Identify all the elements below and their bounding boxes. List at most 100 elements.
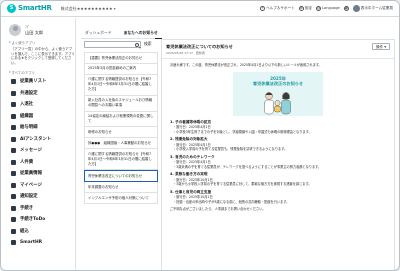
top-header: S SmartHR 株式会社★★★★★★★★★★ ▾ ? ヘルプ＆サポート ⚙ … [1, 1, 399, 17]
header-actions: ? ヘルプ＆サポート ⚙ 設定 ◍ Language ▦ 表示中ホーム従業員 [260, 5, 393, 12]
list-item[interactable]: 研修のお知らせ [84, 127, 158, 139]
operations-button[interactable]: 操作 ▾ [371, 43, 390, 51]
settings-button[interactable]: ⚙ 設定 [298, 5, 312, 11]
triangle-down-icon: ▾ [9, 70, 11, 75]
avatar [9, 24, 21, 36]
family-illustration [264, 92, 291, 115]
app-icon [11, 90, 16, 96]
search-input[interactable] [84, 41, 141, 48]
apps-button[interactable]: ▦ [343, 5, 349, 11]
sidebar-item-label: 給与明細 [20, 125, 38, 131]
chevron-down-icon: ▾ [384, 44, 386, 49]
sidebar-item[interactable]: メッセージ [1, 145, 75, 157]
gear-icon: ⚙ [298, 5, 304, 11]
favorites-title-label: よく使うアプリ [11, 41, 36, 45]
list-item-selected[interactable]: 育児休業法改正についてのお知らせ [84, 170, 158, 183]
triangle-down-icon: ▾ [9, 40, 11, 45]
list-item[interactable]: 評●●● 組織図版・人事異動のお知らせ [84, 138, 158, 150]
app-icon [11, 125, 16, 131]
search-button[interactable]: 検索 [144, 41, 152, 47]
app-icon [11, 79, 16, 85]
sidebar-item-label: 人件費 [20, 159, 34, 165]
sidebar-item[interactable]: 組込 [1, 226, 75, 238]
app-icon [11, 148, 16, 154]
sidebar-item-label: 従業員情報 [20, 171, 42, 177]
favorites-section-title[interactable]: ▾ よく使うアプリ [1, 36, 75, 45]
list-item[interactable]: 年末調整のお知らせ [84, 182, 158, 193]
list-item[interactable]: 介護に関する情報提供のお知らせ【令和7年4月1日〜令和8年3月31日の間に結婚し… [84, 149, 158, 171]
notice-banner-image: 2025年 育児休業法改正のお知らせ [233, 71, 323, 116]
app-icon [11, 240, 16, 246]
sidebar-item[interactable]: 給与明細 [1, 122, 75, 134]
grid-icon: ▦ [343, 5, 349, 11]
sidebar-item-label: 組込 [20, 228, 29, 234]
notice-list: 【重要】育児休業法改正のお知らせ 2025年3月の勤怠締めのご案内 介護に関する… [84, 52, 158, 204]
help-label: ヘルプ＆サポート [266, 6, 295, 11]
sidebar-item[interactable]: AIアシスタント [1, 134, 75, 146]
chevron-down-icon[interactable]: ▾ [114, 6, 116, 11]
sidebar-item[interactable]: 共通設定 [1, 88, 75, 100]
app-window: S SmartHR 株式会社★★★★★★★★★★ ▾ ? ヘルプ＆サポート ⚙ … [0, 0, 400, 271]
all-apps-section-title[interactable]: ▾ すべてのアプリ [1, 66, 75, 75]
list-item[interactable]: インフルエンザ予防の個人対策について [84, 193, 158, 204]
avatar [352, 5, 360, 12]
app-icon [11, 182, 16, 188]
sidebar-item[interactable]: 従業員リスト [1, 76, 75, 88]
user-menu-button[interactable]: 表示中ホーム従業員 [352, 5, 393, 12]
sidebar-item-label: 入退社 [20, 102, 34, 108]
list-item[interactable]: 新入社員の入社後のスケジュールおび情報の閲覧へのお願い事項 [84, 95, 158, 112]
search-icon [134, 43, 139, 47]
sidebar-item[interactable]: 通知設定 [1, 191, 75, 203]
sidebar-item-label: 手続きToDo [20, 217, 46, 223]
language-label: Language [322, 6, 340, 11]
sidebar-item[interactable]: 手続きToDo [1, 214, 75, 226]
language-button[interactable]: ◍ Language [316, 6, 340, 11]
nav-list: 従業員リスト 共通設定 入退社 組織図 給与明細 AIアシスタント メッセージ … [1, 75, 75, 249]
detail-body: お疲れ様です。この度、育児休業法が改正され、2025年4月1日より以下の新しいル… [162, 59, 394, 212]
app-icon [11, 159, 16, 165]
list-item[interactable]: 【重要】育児休業法改正のお知らせ [84, 53, 158, 64]
logo-text: SmartHR [18, 4, 52, 13]
list-item[interactable]: 介護に関する情報提供のお知らせ【令和7年4月1日〜令和8年3月31日の間に結婚し… [84, 74, 158, 96]
smarthr-logo[interactable]: S SmartHR [7, 4, 52, 13]
help-button[interactable]: ? ヘルプ＆サポート [260, 6, 295, 11]
sidebar-item[interactable]: 組織図 [1, 111, 75, 123]
sidebar-item[interactable]: マイページ [1, 180, 75, 192]
help-icon: ? [260, 5, 266, 11]
detail-intro: お疲れ様です。この度、育児休業法が改正され、2025年4月1日より以下の新しいル… [170, 63, 322, 68]
operations-label: 操作 [375, 44, 384, 49]
section-4-item: ・3歳から小学校入学前の子を育てる従業員に対して、柔軟な働き方を実現する措置を講… [173, 182, 312, 187]
profile[interactable]: ﾏｷﾞ 山田 太郎 [1, 18, 75, 36]
profile-company: ﾏｷﾞ [25, 24, 30, 29]
sidebar-item[interactable]: 従業員情報 [1, 168, 75, 180]
sidebar-item-label: SmartHR [20, 240, 43, 246]
section-5-item: ・妊娠・出産の申出時や子が3歳になる前に、個別の意向聴取・配慮を行います。 [173, 199, 290, 204]
sidebar: ﾏｷﾞ 山田 太郎 ▾ よく使うアプリ ［アプリ一覧］の中から、よく使うアプリを… [1, 18, 76, 270]
sidebar-item[interactable]: 手続き [1, 203, 75, 215]
sidebar-item-label: メッセージ [20, 148, 42, 154]
profile-text: ﾏｷﾞ 山田 太郎 [25, 25, 43, 35]
notice-detail: 育児休業法改正についてのお知らせ 操作 ▾ 2025/03/26 17:17 更… [161, 39, 395, 270]
list-item[interactable]: 24協定の締結および就業規則の変更に関して [84, 111, 158, 128]
list-item[interactable]: 2025年3月の勤怠締めのご案内 [84, 63, 158, 75]
app-icon [11, 194, 16, 200]
sidebar-item-label: 組織図 [20, 113, 34, 119]
section-3-item: ・3歳未満の子を育てる従業員が、テレワークを選べるようにすることが事業主の努力義… [173, 164, 322, 169]
detail-title: 育児休業法改正についてのお知らせ [166, 44, 233, 50]
sidebar-item-label: 手続き [20, 205, 34, 211]
favorites-hint: ［アプリ一覧］の中から、よく使うアプリを選んで、ここに表示できます。アプリにある… [11, 46, 75, 66]
company-name[interactable]: 株式会社★★★★★★★★★★ [61, 6, 113, 11]
sidebar-item-label: 共通設定 [20, 90, 38, 96]
sidebar-item[interactable]: SmartHR [1, 237, 75, 249]
sidebar-item-label: 通知設定 [20, 194, 38, 200]
all-apps-title-label: すべてのアプリ [11, 70, 35, 75]
settings-label: 設定 [304, 6, 312, 11]
sidebar-item-label: マイページ [20, 182, 42, 188]
detail-meta: 2025/03/26 17:17 更新者 [162, 52, 394, 60]
sidebar-item[interactable]: 入退社 [1, 99, 75, 111]
app-icon [11, 136, 16, 142]
sidebar-item[interactable]: 人件費 [1, 157, 75, 169]
tab-divider [81, 38, 155, 39]
app-icon [11, 171, 16, 177]
sidebar-item-label: AIアシスタント [20, 136, 52, 142]
